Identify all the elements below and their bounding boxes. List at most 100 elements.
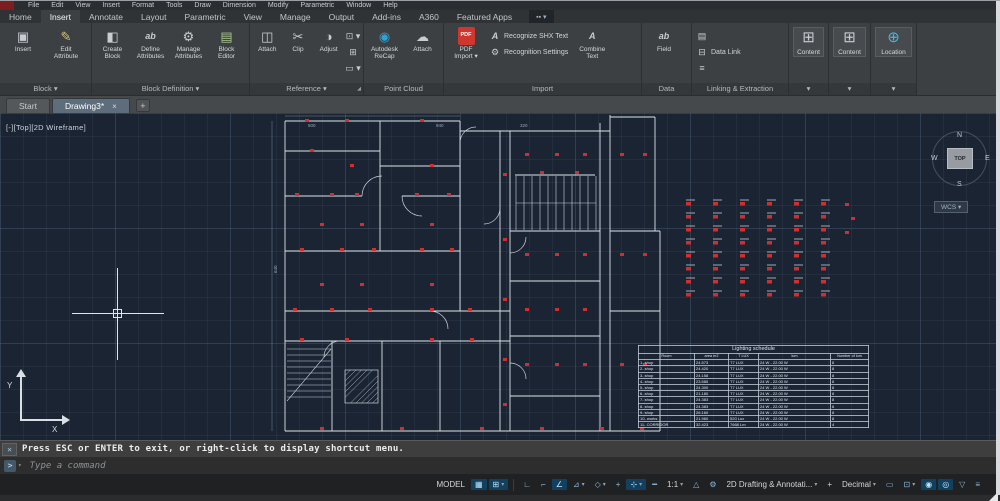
block-panel-caption[interactable]: Block ▾ — [33, 84, 57, 93]
doc-tab-drawing3[interactable]: Drawing3*× — [52, 98, 130, 113]
app-logo[interactable] — [0, 1, 14, 10]
viewcube-top-face[interactable]: TOP — [947, 148, 973, 169]
ribbon-tab-featured-apps[interactable]: Featured Apps — [448, 10, 521, 23]
clip-button[interactable]: ✂Clip — [284, 25, 313, 55]
viewcube-south[interactable]: S — [957, 181, 962, 188]
ribbon-tab-view[interactable]: View — [235, 10, 271, 23]
object-snap-icon[interactable]: ⊹▾ — [626, 479, 646, 490]
download-from-source-button[interactable]: ≡ — [694, 61, 743, 75]
close-command-icon[interactable]: ✕ — [2, 443, 17, 456]
menu-item-edit[interactable]: Edit — [45, 1, 69, 10]
menu-item-view[interactable]: View — [69, 1, 96, 10]
recognition-settings-button[interactable]: ⚙Recognition Settings — [487, 45, 570, 59]
isolate-objects-icon[interactable]: ◉ — [921, 479, 936, 490]
grid-display-icon[interactable]: ▦ — [471, 479, 487, 490]
viewcube-east[interactable]: E — [985, 155, 990, 162]
data-link-button[interactable]: ⊟Data Link — [694, 45, 743, 59]
object-snap-tracking-icon[interactable]: + — [612, 479, 625, 490]
snap-mode-icon[interactable]: ⊞▾ — [489, 479, 509, 490]
ribbon-tab-parametric[interactable]: Parametric — [176, 10, 235, 23]
data-panel-caption[interactable]: Data — [659, 84, 675, 93]
annotation-monitor-button[interactable]: + — [823, 479, 836, 490]
attach-button[interactable]: ◫Attach — [252, 25, 283, 55]
units-button[interactable]: Decimal▾ — [838, 479, 880, 490]
ribbon-tab-manage[interactable]: Manage — [271, 10, 320, 23]
command-input[interactable]: Type a command — [30, 461, 106, 471]
ribbon-tab-a360[interactable]: A360 — [410, 10, 448, 23]
customization-icon[interactable]: ≡ — [971, 479, 984, 490]
menu-item-dimension[interactable]: Dimension — [217, 1, 262, 10]
content-button[interactable]: ⊞Content — [793, 27, 824, 57]
menu-item-draw[interactable]: Draw — [188, 1, 216, 10]
filter-icon[interactable]: ▽ — [955, 479, 969, 490]
viewport-controls[interactable]: [-][Top][2D Wireframe] — [6, 123, 86, 132]
command-input-bar[interactable]: > ▾ Type a command — [0, 457, 1000, 474]
dynamic-input-icon[interactable]: ⌐ — [537, 479, 550, 490]
combine-text-button[interactable]: ACombine Text — [571, 25, 613, 62]
viewcube-north[interactable]: N — [957, 132, 962, 139]
location-panel-caption[interactable]: ▾ — [892, 84, 896, 93]
create-block-button[interactable]: ◧Create Block — [94, 25, 131, 62]
content-panel-2-caption[interactable]: ▾ — [848, 84, 852, 93]
point-cloud-panel-caption[interactable]: Point Cloud — [384, 84, 423, 93]
ribbon-tab-add-ins[interactable]: Add-ins — [363, 10, 410, 23]
snap-to-underlays-button[interactable]: ▭ ▾ — [345, 61, 361, 75]
recognize-shx-text-button[interactable]: ARecognize SHX Text — [487, 29, 570, 43]
lineweight-icon[interactable]: ━ — [648, 479, 661, 490]
attach-point-cloud-button[interactable]: ☁Attach — [404, 25, 441, 55]
doc-tab-start[interactable]: Start — [6, 98, 50, 113]
ribbon-options-box[interactable]: ▪▪ ▾ — [529, 10, 553, 23]
command-customize-icon[interactable]: > — [4, 460, 16, 472]
ribbon-tab-annotate[interactable]: Annotate — [80, 10, 132, 23]
polar-tracking-icon[interactable]: ⊿▾ — [569, 479, 589, 490]
close-tab-icon[interactable]: × — [112, 102, 117, 111]
pdf-import-button[interactable]: PDFPDF Import ▾ — [446, 25, 486, 62]
menu-item-help[interactable]: Help — [377, 1, 403, 10]
edit-attribute-button[interactable]: ✎Edit Attribute — [45, 25, 87, 62]
frames-button[interactable]: ⊞ — [345, 45, 361, 59]
reference-panel-caption[interactable]: Reference ▾ — [286, 84, 326, 93]
block-editor-button[interactable]: ▤Block Editor — [208, 25, 245, 62]
ribbon-tab-insert[interactable]: Insert — [41, 10, 80, 23]
viewcube-west[interactable]: W — [931, 155, 938, 162]
lock-ui-icon[interactable]: ⊡▾ — [899, 479, 919, 490]
manage-attributes-button[interactable]: ⚙Manage Attributes — [170, 25, 207, 62]
linking-extraction-panel-caption[interactable]: Linking & Extraction — [707, 84, 773, 93]
drawing-canvas[interactable]: 500940320640 [-][Top][2D Wireframe] Ligh… — [0, 113, 1000, 440]
field-button[interactable]: abField — [644, 25, 684, 55]
menu-item-window[interactable]: Window — [340, 1, 377, 10]
chevron-down-icon[interactable]: ▾ — [18, 462, 22, 469]
insert-button[interactable]: ▣Insert — [2, 25, 44, 55]
menu-item-file[interactable]: File — [22, 1, 45, 10]
location-button[interactable]: ⊕Location — [875, 27, 912, 57]
graphics-performance-icon[interactable]: ◎ — [938, 479, 953, 490]
viewcube[interactable]: N W E S TOP — [928, 121, 992, 197]
infer-constraints-icon[interactable]: ∟ — [519, 479, 535, 490]
menu-item-modify[interactable]: Modify — [262, 1, 295, 10]
annotation-visibility-icon[interactable]: △ — [689, 479, 703, 490]
workspace-switcher[interactable]: 2D Drafting & Annotati...▾ — [722, 479, 821, 490]
ribbon-tab-output[interactable]: Output — [320, 10, 364, 23]
import-panel-caption[interactable]: Import — [532, 84, 553, 93]
autodesk-recap-button[interactable]: ◉Autodesk ReCap — [366, 25, 403, 62]
quick-properties-icon[interactable]: ▭ — [882, 479, 898, 490]
wcs-menu[interactable]: WCS ▾ — [934, 201, 968, 213]
adjust-button[interactable]: ◑Adjust — [313, 25, 344, 55]
ortho-mode-icon[interactable]: ∠ — [552, 479, 567, 490]
panel-launcher-icon[interactable]: ◢ — [357, 86, 361, 92]
new-tab-button[interactable]: + — [136, 99, 150, 112]
autoscale-icon[interactable]: ⚙ — [705, 479, 720, 490]
define-attributes-button[interactable]: abDefine Attributes — [132, 25, 169, 62]
block-definition-panel-caption[interactable]: Block Definition ▾ — [142, 84, 200, 93]
menu-item-parametric[interactable]: Parametric — [294, 1, 340, 10]
model-button[interactable]: MODEL — [432, 479, 468, 490]
menu-item-tools[interactable]: Tools — [160, 1, 188, 10]
menu-item-insert[interactable]: Insert — [96, 1, 126, 10]
content-panel-caption[interactable]: ▾ — [807, 84, 811, 93]
annotation-scale-button[interactable]: 1:1▾ — [663, 479, 687, 490]
extract-data-button[interactable]: ▤ — [694, 29, 743, 43]
ribbon-tab-layout[interactable]: Layout — [132, 10, 176, 23]
ribbon-tab-home[interactable]: Home — [0, 10, 41, 23]
menu-item-format[interactable]: Format — [126, 1, 160, 10]
content-button-2[interactable]: ⊞Content — [833, 27, 866, 57]
